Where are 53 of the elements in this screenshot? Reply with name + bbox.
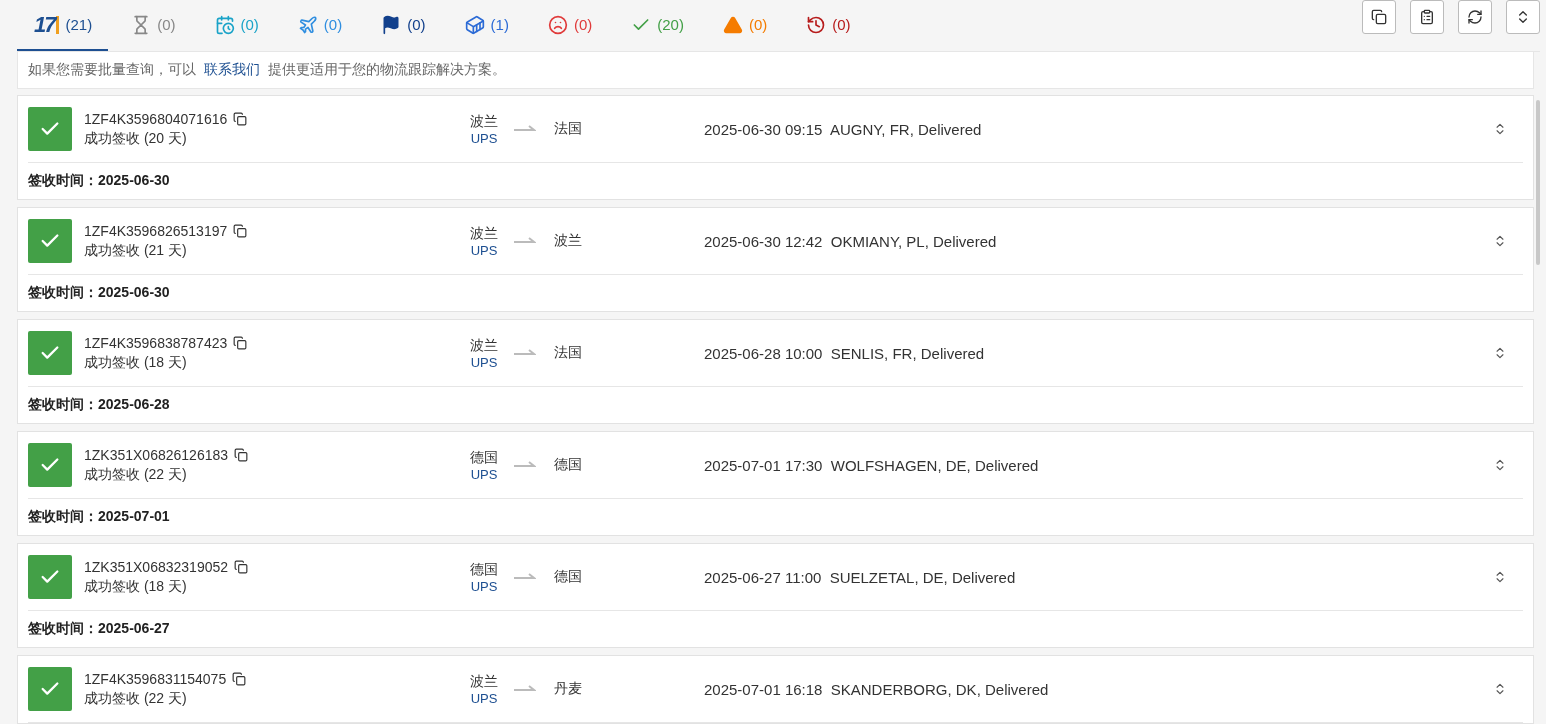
latest-event: 2025-06-28 10:00 SENLIS, FR, Delivered — [704, 344, 986, 362]
origin-country: 波兰 — [470, 224, 498, 243]
status-text: 成功签收 (18 天) — [84, 353, 188, 372]
filter-tab[interactable]: (1) — [447, 0, 525, 51]
origin-country: 波兰 — [470, 112, 498, 131]
filter-tab[interactable]: (0) — [530, 0, 609, 51]
tracking-number: 1ZF4K3596826513197 — [84, 222, 228, 239]
status-text: 成功签收 (18 天) — [84, 577, 188, 596]
latest-event: 2025-07-01 17:30 WOLFSHAGEN, DE, Delivered — [704, 456, 1040, 474]
latest-event: 2025-06-30 12:42 OKMIANY, PL, Delivered — [704, 232, 998, 250]
filter-tab[interactable]: (0) — [114, 0, 192, 51]
logo: 17 — [34, 15, 60, 34]
destination-country: 德国 — [554, 568, 583, 586]
destination-country: 法国 — [554, 120, 583, 138]
carrier-name: UPS — [470, 242, 498, 258]
latest-event: 2025-06-30 09:15 AUGNY, FR, Delivered — [704, 120, 983, 138]
carrier-name: UPS — [470, 466, 498, 482]
destination-country: 德国 — [554, 456, 583, 474]
latest-event: 2025-06-27 11:00 SUELZETAL, DE, Delivered — [704, 568, 1017, 586]
status-text: 成功签收 (22 天) — [84, 465, 188, 484]
origin-country: 波兰 — [470, 336, 498, 355]
carrier-name: UPS — [470, 578, 498, 594]
tracking-number: 1ZF4K3596804071616 — [84, 110, 228, 127]
destination-country: 丹麦 — [554, 680, 583, 698]
contact-link[interactable]: 联系我们 — [203, 61, 260, 77]
filter-tab[interactable]: (0) — [789, 0, 867, 51]
filter-tab[interactable]: (0) — [705, 0, 784, 51]
status-text: 成功签收 (20 天) — [84, 129, 188, 148]
delivered-time: 签收时间：2025-06-28 — [28, 395, 171, 414]
origin-country: 波兰 — [470, 672, 498, 691]
delivered-time: 签收时间：2025-07-01 — [28, 507, 171, 526]
origin-country: 德国 — [470, 560, 498, 579]
tracking-number: 1ZK351X06832319052 — [84, 558, 229, 575]
filter-tab[interactable]: (0) — [197, 0, 275, 51]
latest-event: 2025-07-01 16:18 SKANDERBORG, DK, Delivered — [704, 680, 1050, 698]
tracking-number: 1ZF4K3596831154075 — [84, 670, 227, 687]
carrier-name: UPS — [470, 690, 498, 706]
destination-country: 法国 — [554, 344, 583, 362]
tracking-number: 1ZK351X06826126183 — [84, 446, 229, 463]
status-text: 成功签收 (21 天) — [84, 241, 188, 260]
filter-tab[interactable]: (20) — [614, 0, 700, 51]
carrier-name: UPS — [470, 130, 498, 146]
carrier-name: UPS — [470, 354, 498, 370]
filter-tab[interactable]: (0) — [280, 0, 359, 51]
filter-tab[interactable]: (0) — [364, 0, 442, 51]
origin-country: 德国 — [470, 448, 498, 467]
status-text: 成功签收 (22 天) — [84, 689, 188, 708]
delivered-time: 签收时间：2025-06-27 — [28, 619, 171, 638]
delivered-time: 签收时间：2025-06-30 — [28, 171, 171, 190]
delivered-time: 签收时间：2025-06-30 — [28, 283, 171, 302]
tracking-number: 1ZF4K3596838787423 — [84, 334, 228, 351]
destination-country: 波兰 — [554, 232, 583, 250]
notice-text: 如果您需要批量查询，可以 联系我们 提供更适用于您的物流跟踪解决方案。 — [17, 52, 1534, 89]
